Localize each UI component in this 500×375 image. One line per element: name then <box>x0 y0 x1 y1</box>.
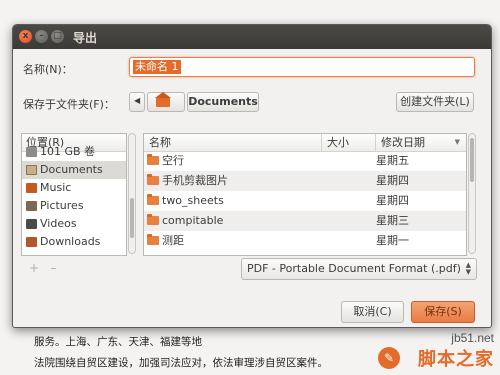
watermark-logo-icon: ✎ <box>378 347 400 369</box>
downloads-folder-icon <box>26 237 37 247</box>
file-name: 空行 <box>162 154 184 167</box>
watermark-site: jb51.net <box>451 331 494 345</box>
drive-icon <box>26 147 37 157</box>
folder-icon <box>147 214 159 225</box>
cancel-button[interactable]: 取消(C) <box>341 301 404 323</box>
file-type-filter-value: PDF - Portable Document Format (.pdf) <box>247 262 461 275</box>
place-label: Documents <box>40 163 103 176</box>
place-label: Videos <box>40 217 77 230</box>
file-row[interactable]: compitable 星期三 <box>144 211 466 231</box>
chevron-left-icon: ◀ <box>134 96 141 105</box>
places-scrollbar[interactable] <box>128 133 136 254</box>
places-pane: 位置(R) 101 GB 卷 Documents Music Pictures … <box>21 133 127 256</box>
place-item-documents[interactable]: Documents <box>22 161 126 179</box>
path-home-button[interactable] <box>147 92 185 112</box>
create-folder-button[interactable]: 创建文件夹(L) <box>396 92 474 112</box>
export-dialog: x – □ 导出 名称(N)： 未命名 1 保存于文件夹(F)： ◀ Docum… <box>12 24 492 328</box>
file-list: 名称 大小 修改日期 ▼ 空行 星期五 手机剪裁图片 星期四 two_sheet… <box>143 133 467 256</box>
place-label: 101 GB 卷 <box>40 145 96 158</box>
place-edit-controls: + – <box>29 261 57 275</box>
watermark-brand: 脚本之家 <box>418 349 494 370</box>
remove-place-button[interactable]: – <box>51 261 57 275</box>
file-row[interactable]: 手机剪裁图片 星期四 <box>144 171 466 191</box>
close-icon: x <box>22 31 29 41</box>
column-header-modified[interactable]: 修改日期 ▼ <box>376 134 466 151</box>
maximize-icon: □ <box>53 31 62 41</box>
file-name-value: 未命名 1 <box>133 60 181 74</box>
place-label: Downloads <box>40 235 101 248</box>
sort-descending-icon: ▼ <box>454 138 460 146</box>
save-in-folder-label: 保存于文件夹(F)： <box>23 98 115 111</box>
up-down-arrows-icon: ▲ ▼ <box>465 261 471 276</box>
minimize-window-button[interactable]: – <box>35 30 48 43</box>
path-documents-button[interactable]: Documents <box>187 92 259 112</box>
scrollbar-thumb[interactable] <box>130 198 134 238</box>
folder-icon <box>147 154 159 165</box>
file-modified: 星期三 <box>376 214 409 227</box>
file-modified: 星期一 <box>376 234 409 247</box>
file-modified: 星期四 <box>376 194 409 207</box>
folder-icon <box>147 194 159 205</box>
path-back-button[interactable]: ◀ <box>129 92 145 112</box>
file-name: compitable <box>162 214 224 227</box>
place-item-music[interactable]: Music <box>22 179 126 197</box>
file-modified: 星期五 <box>376 154 409 167</box>
watermark: jb51.net 脚本之家 <box>418 331 494 371</box>
file-list-header: 名称 大小 修改日期 ▼ <box>144 134 466 152</box>
documents-folder-icon <box>26 165 37 175</box>
place-label: Music <box>40 181 72 194</box>
file-name: two_sheets <box>162 194 224 207</box>
place-item-downloads[interactable]: Downloads <box>22 233 126 251</box>
file-row[interactable]: 测距 星期一 <box>144 231 466 251</box>
column-header-name[interactable]: 名称 <box>144 134 322 151</box>
maximize-window-button[interactable]: □ <box>51 30 64 43</box>
file-name: 手机剪裁图片 <box>162 174 228 187</box>
save-button[interactable]: 保存(S) <box>411 301 475 323</box>
place-item-videos[interactable]: Videos <box>22 215 126 233</box>
column-header-size[interactable]: 大小 <box>322 134 376 151</box>
file-row[interactable]: two_sheets 星期四 <box>144 191 466 211</box>
place-item-volume[interactable]: 101 GB 卷 <box>22 143 126 161</box>
music-folder-icon <box>26 183 37 193</box>
folder-icon <box>147 174 159 185</box>
document-text-line: 法院围绕自贸区建设，加强司法应对，依法审理涉自贸区案件。 <box>34 357 328 369</box>
place-item-pictures[interactable]: Pictures <box>22 197 126 215</box>
file-name-input[interactable]: 未命名 1 <box>129 57 475 77</box>
file-name: 测距 <box>162 234 184 247</box>
document-text-line: 服务。上海、广东、天津、福建等地 <box>34 336 202 348</box>
title-bar: x – □ 导出 <box>13 25 491 49</box>
name-label: 名称(N)： <box>23 63 73 76</box>
pictures-folder-icon <box>26 201 37 211</box>
file-row[interactable]: 空行 星期五 <box>144 151 466 171</box>
scrollbar-thumb[interactable] <box>470 138 474 182</box>
close-window-button[interactable]: x <box>19 30 32 43</box>
home-icon <box>155 92 171 107</box>
place-label: Pictures <box>40 199 84 212</box>
file-modified: 星期四 <box>376 174 409 187</box>
file-list-scrollbar[interactable] <box>468 133 476 254</box>
add-place-button[interactable]: + <box>29 261 39 275</box>
folder-icon <box>147 234 159 245</box>
minimize-icon: – <box>39 31 44 41</box>
column-header-modified-label: 修改日期 <box>381 136 425 149</box>
file-type-filter[interactable]: PDF - Portable Document Format (.pdf) ▲ ▼ <box>241 258 477 280</box>
dialog-title: 导出 <box>73 31 98 45</box>
videos-folder-icon <box>26 219 37 229</box>
